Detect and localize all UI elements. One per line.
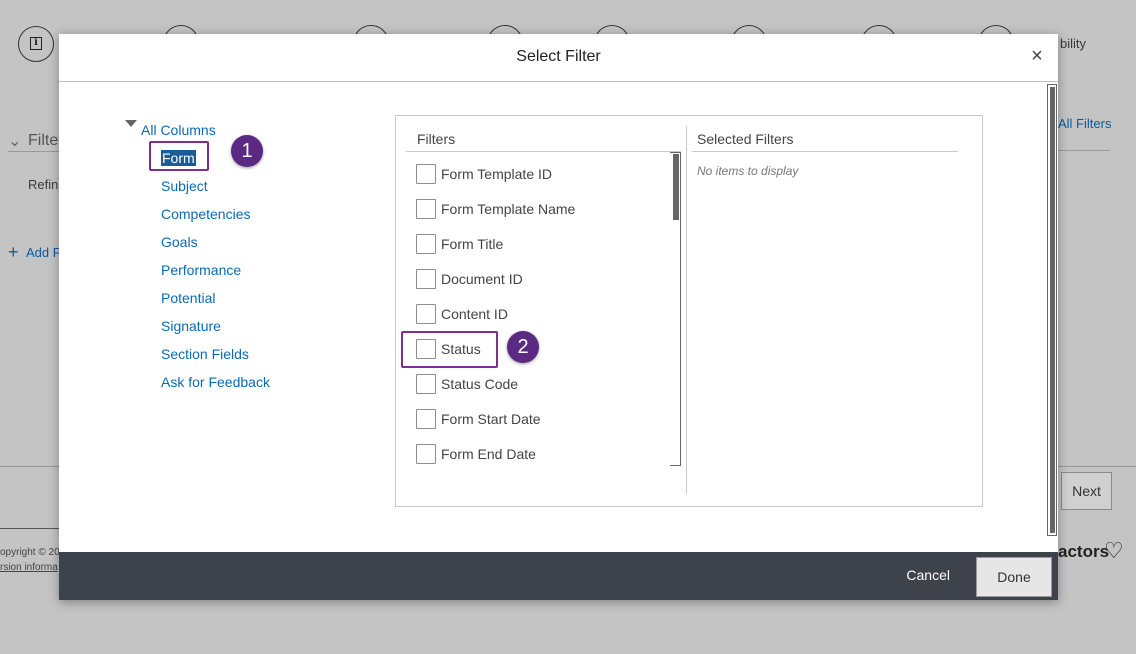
checkbox[interactable] — [416, 269, 436, 289]
checkbox[interactable] — [416, 304, 436, 324]
next-button[interactable]: Next — [1061, 472, 1112, 510]
filter-list-scroll-thumb[interactable] — [673, 154, 679, 220]
divider — [8, 151, 60, 152]
filter-label: Status Code — [441, 376, 519, 392]
tree-item-performance[interactable]: Performance — [161, 262, 241, 278]
done-button[interactable]: Done — [976, 557, 1052, 597]
highlight-box — [149, 141, 209, 171]
dialog-footer: Cancel Done — [59, 552, 1058, 600]
checkbox[interactable] — [416, 444, 436, 464]
dialog-title: Select Filter — [516, 48, 601, 65]
dialog-header: Select Filter × — [59, 34, 1058, 82]
empty-selection-message: No items to display — [697, 164, 799, 178]
section-title: Filte — [28, 132, 59, 149]
info-icon: i — [30, 37, 42, 50]
info-step-circle: i — [18, 26, 54, 62]
checkbox[interactable] — [416, 164, 436, 184]
checkbox[interactable] — [416, 199, 436, 219]
copyright-text: opyright © 20 — [0, 547, 60, 558]
select-filter-dialog: Select Filter × All Columns Form Subject… — [59, 34, 1058, 600]
divider — [1058, 150, 1110, 151]
filters-column-header: Filters — [417, 131, 456, 147]
cancel-button[interactable]: Cancel — [906, 567, 950, 583]
tree-item-ask-for-feedback[interactable]: Ask for Feedback — [161, 374, 270, 390]
heart-icon: ♡ — [1104, 538, 1124, 563]
highlight-box — [401, 331, 498, 368]
tree-item-goals[interactable]: Goals — [161, 234, 198, 250]
step-badge: 2 — [507, 331, 539, 363]
checkbox[interactable] — [416, 234, 436, 254]
tree-item-competencies[interactable]: Competencies — [161, 206, 251, 222]
all-filters-link[interactable]: All Filters — [1058, 116, 1111, 131]
expand-triangle-icon[interactable] — [125, 120, 137, 127]
close-icon[interactable]: × — [1028, 46, 1046, 66]
selected-filters-column-header: Selected Filters — [697, 131, 794, 147]
filter-label: Form Template Name — [441, 201, 576, 217]
section-chevron-icon: ⌄ — [8, 133, 22, 150]
step-label: bility — [1060, 36, 1087, 51]
tree-item-potential[interactable]: Potential — [161, 290, 215, 306]
step-badge: 1 — [231, 135, 263, 167]
tree-item-section-fields[interactable]: Section Fields — [161, 346, 249, 362]
divider — [0, 528, 60, 529]
filter-label: Content ID — [441, 306, 508, 322]
column-divider — [686, 126, 687, 494]
divider — [0, 466, 60, 467]
filter-label: Form Title — [441, 236, 504, 252]
refine-label: Refin — [28, 177, 59, 192]
filter-label: Form Template ID — [441, 166, 552, 182]
filter-label: Document ID — [441, 271, 523, 287]
tree-item-subject[interactable]: Subject — [161, 178, 208, 194]
filter-panel: Filters Selected Filters Form Template I… — [395, 115, 983, 507]
divider — [1058, 466, 1136, 467]
add-filter-link[interactable]: Add F — [26, 245, 61, 260]
add-icon[interactable]: + — [8, 242, 19, 263]
tree-item-signature[interactable]: Signature — [161, 318, 221, 334]
brand-logo-text: actors — [1058, 542, 1110, 561]
filter-label: Form Start Date — [441, 411, 541, 427]
tree-root-label[interactable]: All Columns — [141, 122, 216, 138]
dialog-scroll-thumb[interactable] — [1050, 87, 1055, 533]
divider — [692, 151, 958, 152]
checkbox[interactable] — [416, 374, 436, 394]
checkbox[interactable] — [416, 409, 436, 429]
version-info-link[interactable]: rsion informa — [0, 562, 58, 573]
filter-label: Form End Date — [441, 446, 536, 462]
divider — [406, 151, 681, 152]
